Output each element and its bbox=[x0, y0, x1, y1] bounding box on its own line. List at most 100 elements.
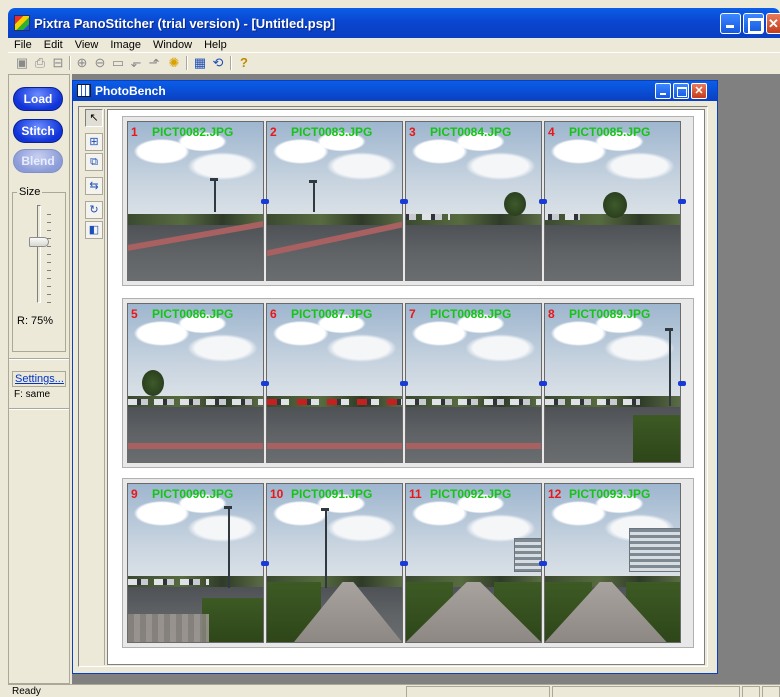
rotate-icon[interactable]: ↻ bbox=[85, 201, 103, 219]
photo-thumbnail[interactable]: 7 PICT0088.JPG bbox=[405, 303, 542, 463]
photo-name: PICT0083.JPG bbox=[291, 125, 373, 139]
size-label: Size bbox=[17, 186, 43, 198]
photobench-window: PhotoBench ↖ ⊞ ⧉ ⇆ ↻ ◧ 1 PICT0082.JPG 2 … bbox=[72, 80, 718, 674]
photo-lamp bbox=[309, 180, 317, 212]
overlap-marker[interactable] bbox=[261, 381, 269, 386]
photo-thumbnail[interactable]: 9 PICT0090.JPG bbox=[127, 483, 264, 643]
photo-cars bbox=[267, 398, 402, 405]
photo-name: PICT0090.JPG bbox=[152, 487, 234, 501]
print-icon[interactable]: ⎙ bbox=[32, 55, 48, 71]
photo-number: 8 bbox=[548, 307, 555, 321]
size-grip[interactable] bbox=[762, 686, 780, 697]
toolbar-separator bbox=[230, 56, 232, 70]
photo-number: 11 bbox=[409, 487, 422, 501]
status-text: Ready bbox=[12, 686, 41, 697]
overlap-marker[interactable] bbox=[400, 561, 408, 566]
photo-thumbnail[interactable]: 6 PICT0087.JPG bbox=[266, 303, 403, 463]
overlap-marker[interactable] bbox=[539, 561, 547, 566]
photo-building bbox=[514, 538, 541, 572]
size-group: Size R: 75% bbox=[12, 186, 66, 352]
photo-thumbnail[interactable]: 1 PICT0082.JPG bbox=[127, 121, 264, 281]
photo-thumbnail[interactable]: 10 PICT0091.JPG bbox=[266, 483, 403, 643]
overlap-marker[interactable] bbox=[539, 381, 547, 386]
arrange-icon[interactable]: ⊞ bbox=[85, 133, 103, 151]
child-minimize-button[interactable] bbox=[655, 83, 671, 99]
settings-link[interactable]: Settings... bbox=[12, 371, 66, 387]
help-icon[interactable]: ? bbox=[236, 55, 252, 71]
close-button[interactable]: ✕ bbox=[766, 13, 780, 34]
photobench-title-bar[interactable]: PhotoBench bbox=[73, 81, 717, 101]
size-slider-thumb[interactable] bbox=[29, 237, 49, 247]
app-icon[interactable] bbox=[14, 15, 30, 31]
zoom-out-icon[interactable]: ⊖ bbox=[92, 55, 108, 71]
overlap-marker[interactable] bbox=[678, 381, 686, 386]
panel-separator bbox=[9, 408, 69, 410]
brightness-icon[interactable]: ✺ bbox=[166, 55, 182, 71]
photo-name: PICT0088.JPG bbox=[430, 307, 512, 321]
maximize-button[interactable] bbox=[743, 13, 764, 34]
photo-thumbnail[interactable]: 4 PICT0085.JPG bbox=[544, 121, 681, 281]
photo-thumbnail[interactable]: 11 PICT0092.JPG bbox=[405, 483, 542, 643]
menu-window[interactable]: Window bbox=[153, 38, 192, 52]
child-maximize-button[interactable] bbox=[673, 83, 689, 99]
photo-lamp bbox=[224, 506, 232, 588]
photo-lamp bbox=[210, 178, 218, 212]
status-pane bbox=[406, 686, 550, 697]
menu-image[interactable]: Image bbox=[110, 38, 141, 52]
size-slider-track[interactable] bbox=[37, 205, 41, 303]
photo-ground bbox=[545, 224, 680, 280]
photo-name: PICT0085.JPG bbox=[569, 125, 651, 139]
left-panel: Load Stitch Blend Size R: 75% Settings..… bbox=[8, 74, 70, 684]
photo-name: PICT0084.JPG bbox=[430, 125, 512, 139]
rotate-left-icon[interactable]: ⬐ bbox=[128, 55, 144, 71]
photo-canvas[interactable]: 1 PICT0082.JPG 2 PICT0083.JPG 3 PICT0084… bbox=[107, 109, 705, 665]
overlap-marker[interactable] bbox=[400, 381, 408, 386]
menu-bar: File Edit View Image Window Help bbox=[8, 38, 780, 52]
photo-horizon bbox=[267, 213, 402, 225]
photo-tree bbox=[504, 192, 526, 216]
menu-view[interactable]: View bbox=[75, 38, 99, 52]
stitch-button[interactable]: Stitch bbox=[13, 119, 63, 143]
load-button[interactable]: Load bbox=[13, 87, 63, 111]
child-close-button[interactable] bbox=[691, 83, 707, 99]
menu-file[interactable]: File bbox=[14, 38, 32, 52]
overlap-marker[interactable] bbox=[261, 199, 269, 204]
align-icon[interactable]: ⧉ bbox=[85, 153, 103, 171]
photo-thumbnail[interactable]: 3 PICT0084.JPG bbox=[405, 121, 542, 281]
overlap-marker[interactable] bbox=[539, 199, 547, 204]
blend-button[interactable]: Blend bbox=[13, 149, 63, 173]
title-bar[interactable]: Pixtra PanoStitcher (trial version) - [U… bbox=[8, 8, 780, 38]
zoom-in-icon[interactable]: ⊕ bbox=[74, 55, 90, 71]
photo-number: 5 bbox=[131, 307, 138, 321]
menu-edit[interactable]: Edit bbox=[44, 38, 63, 52]
toolbar-separator bbox=[69, 56, 71, 70]
close-icon: ✕ bbox=[768, 16, 779, 31]
print-preview-icon[interactable]: ⊟ bbox=[50, 55, 66, 71]
photo-number: 1 bbox=[131, 125, 138, 139]
stitch-icon[interactable]: ⟲ bbox=[210, 55, 226, 71]
photobench-body: ↖ ⊞ ⧉ ⇆ ↻ ◧ 1 PICT0082.JPG 2 PICT0083.JP… bbox=[78, 106, 708, 667]
photobench-icon[interactable]: ▦ bbox=[192, 55, 208, 71]
photo-curb bbox=[406, 443, 541, 450]
photo-thumbnail[interactable]: 2 PICT0083.JPG bbox=[266, 121, 403, 281]
order-icon[interactable]: ⇆ bbox=[85, 177, 103, 195]
photo-name: PICT0089.JPG bbox=[569, 307, 651, 321]
menu-help[interactable]: Help bbox=[204, 38, 227, 52]
photo-thumbnail[interactable]: 5 PICT0086.JPG bbox=[127, 303, 264, 463]
overlap-marker[interactable] bbox=[261, 561, 269, 566]
photo-thumbnail[interactable]: 8 PICT0089.JPG bbox=[544, 303, 681, 463]
split-icon[interactable]: ◧ bbox=[85, 221, 103, 239]
overlap-marker[interactable] bbox=[678, 199, 686, 204]
photo-ground bbox=[406, 406, 541, 462]
photo-thumbnail[interactable]: 12 PICT0093.JPG bbox=[544, 483, 681, 643]
overlap-marker[interactable] bbox=[400, 199, 408, 204]
photo-row: 5 PICT0086.JPG 6 PICT0087.JPG 7 PICT0088… bbox=[122, 298, 694, 468]
photo-curb bbox=[267, 443, 402, 450]
photo-cars bbox=[406, 213, 450, 220]
photo-building bbox=[629, 528, 680, 572]
minimize-button[interactable] bbox=[720, 13, 741, 34]
rotate-right-icon[interactable]: ⬏ bbox=[146, 55, 162, 71]
select-arrow-icon[interactable]: ↖ bbox=[85, 109, 103, 127]
fit-icon[interactable]: ▭ bbox=[110, 55, 126, 71]
save-icon[interactable]: ▣ bbox=[14, 55, 30, 71]
